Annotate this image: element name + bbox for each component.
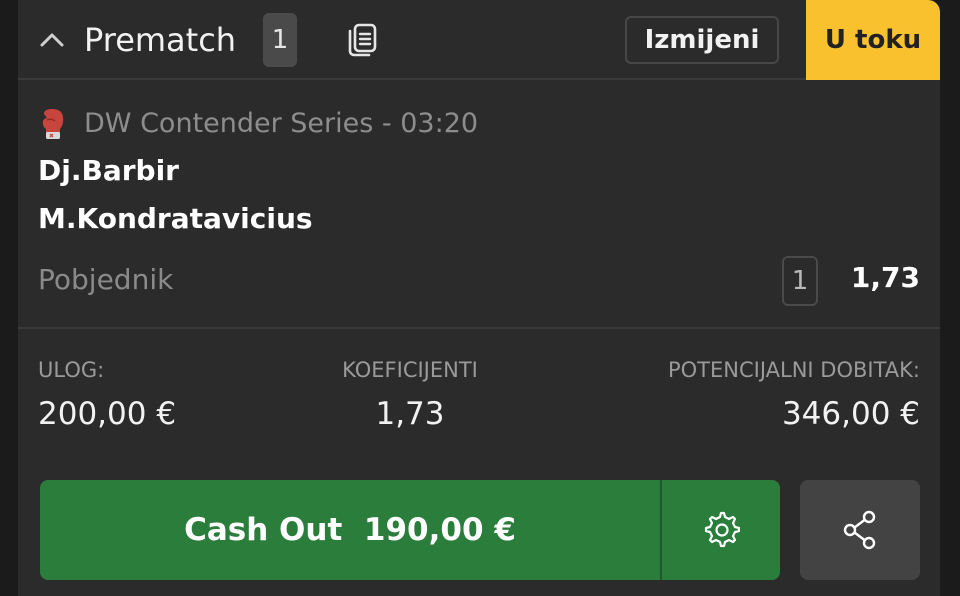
- stake-label: ULOG:: [38, 358, 105, 382]
- gear-icon[interactable]: [702, 510, 740, 548]
- participant-home: Dj.Barbir: [38, 154, 179, 187]
- chevron-up-icon[interactable]: [38, 26, 66, 54]
- cash-out-label: Cash Out: [184, 512, 343, 548]
- selection-odds: 1,73: [850, 261, 920, 294]
- selection-count-badge: 1: [263, 13, 297, 67]
- live-status-button[interactable]: U toku: [806, 0, 940, 80]
- cash-out-separator: [660, 480, 662, 580]
- market-name: Pobjednik: [38, 263, 174, 296]
- cash-out-main[interactable]: Cash Out 190,00 €: [40, 480, 660, 580]
- share-button[interactable]: [800, 480, 920, 580]
- bet-type-title: Prematch: [84, 21, 237, 59]
- cash-out-button[interactable]: Cash Out 190,00 €: [40, 480, 780, 580]
- bet-header[interactable]: Prematch 1 Izmijeni U toku: [18, 0, 940, 80]
- participant-away: M.Kondratavicius: [38, 202, 313, 235]
- share-icon: [843, 510, 876, 550]
- edit-bet-button[interactable]: Izmijeni: [625, 16, 779, 64]
- coefficient-label: KOEFICIJENTI: [342, 358, 478, 382]
- coefficient-value: 1,73: [375, 396, 445, 432]
- potential-win-label: POTENCIJALNI DOBITAK:: [667, 358, 920, 382]
- event-name[interactable]: DW Contender Series - 03:20: [84, 106, 478, 142]
- selection-badge: 1: [782, 256, 818, 306]
- bet-card: Prematch 1 Izmijeni U toku DW Contender …: [18, 0, 940, 596]
- cash-out-amount: 190,00 €: [363, 512, 516, 548]
- boxing-glove-icon: [42, 109, 64, 139]
- potential-win-value: 346,00 €: [781, 396, 920, 432]
- copy-ticket-icon[interactable]: [345, 22, 379, 58]
- divider: [18, 327, 940, 329]
- stake-value: 200,00 €: [38, 396, 177, 432]
